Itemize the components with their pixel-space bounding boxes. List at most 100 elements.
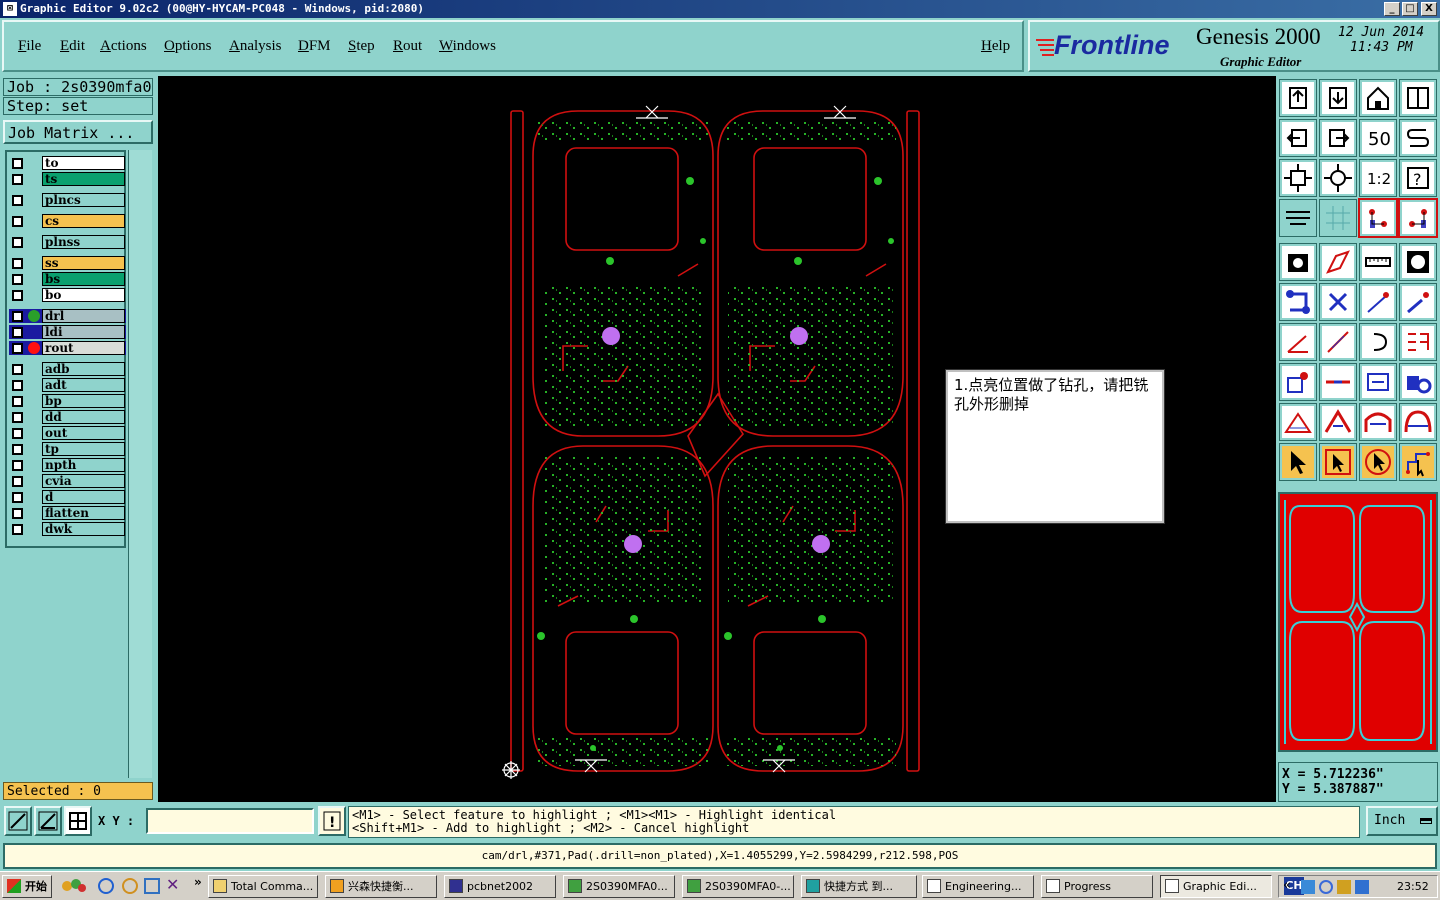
minimize-button[interactable]: _ (1384, 2, 1400, 16)
task-xingsen[interactable]: 兴森快捷衡... (325, 875, 437, 898)
layer-row[interactable]: adb (9, 362, 126, 376)
layer-row[interactable]: dd (9, 410, 126, 424)
overview-preview[interactable] (1278, 492, 1438, 752)
layer-row[interactable]: flatten (9, 506, 126, 520)
menu-rout[interactable]: Rout (393, 38, 422, 55)
menu-options[interactable]: Options (164, 38, 212, 55)
task-total-commander[interactable]: Total Comma... (208, 875, 318, 898)
maximize-button[interactable]: □ (1402, 2, 1418, 16)
layer-name[interactable]: ts (42, 172, 125, 186)
layer-name[interactable]: rout (42, 341, 125, 355)
layer-checkbox[interactable] (12, 343, 23, 354)
stretch-button[interactable] (1359, 363, 1397, 401)
diagonal-button[interactable] (1319, 323, 1357, 361)
layer-row[interactable]: rout (9, 341, 126, 355)
task-progress[interactable]: Progress (1041, 875, 1153, 898)
layer-checkbox[interactable] (12, 327, 23, 338)
layer-checkbox[interactable] (12, 274, 23, 285)
start-button[interactable]: 开始 (2, 875, 52, 898)
layer-name[interactable]: cvia (42, 474, 125, 488)
layer-checkbox[interactable] (12, 290, 23, 301)
layer-checkbox[interactable] (12, 460, 23, 471)
arc-button[interactable] (1359, 323, 1397, 361)
pointer-net-button[interactable] (1399, 443, 1437, 481)
tray-chevron-icon[interactable]: « (1283, 878, 1291, 893)
angle-button[interactable] (1279, 323, 1317, 361)
task-engineering[interactable]: Engineering... (922, 875, 1034, 898)
layer-name[interactable]: flatten (42, 506, 125, 520)
mirror-button[interactable]: 50 (1359, 119, 1397, 157)
zoom-fit-button[interactable] (1279, 159, 1317, 197)
layer-name[interactable]: bo (42, 288, 125, 302)
layer-name[interactable]: cs (42, 214, 125, 228)
net-tool-button[interactable] (1358, 198, 1398, 238)
layer-row[interactable]: ldi (9, 325, 126, 339)
pointer-box-button[interactable] (1319, 443, 1357, 481)
split-button[interactable] (1399, 323, 1437, 361)
layer-row[interactable]: bo (9, 288, 126, 302)
layer-checkbox[interactable] (12, 174, 23, 185)
layer-name[interactable]: adt (42, 378, 125, 392)
edit-shape-button[interactable] (1319, 243, 1357, 281)
layer-row[interactable]: d (9, 490, 126, 504)
measure-button[interactable] (1279, 199, 1317, 237)
layer-row[interactable]: cvia (9, 474, 126, 488)
layer-checkbox[interactable] (12, 158, 23, 169)
layer-name[interactable]: npth (42, 458, 125, 472)
close-button[interactable]: X (1421, 2, 1437, 16)
task-job-1[interactable]: 2S0390MFA0... (563, 875, 675, 898)
layer-row[interactable]: out (9, 426, 126, 440)
tray-volume-icon[interactable] (1355, 880, 1369, 894)
task-graphic-editor[interactable]: Graphic Edi... (1160, 875, 1272, 898)
open-step-button[interactable] (1279, 79, 1317, 117)
task-pcbnet[interactable]: pcbnet2002 (444, 875, 556, 898)
menu-edit[interactable]: Edit (60, 38, 85, 55)
layer-name[interactable]: ldi (42, 325, 125, 339)
layer-row[interactable]: dwk (9, 522, 126, 536)
layer-name[interactable]: out (42, 426, 125, 440)
home-button[interactable] (1359, 79, 1397, 117)
pad-button[interactable] (1399, 243, 1437, 281)
layer-row[interactable]: plncs (9, 193, 126, 207)
line-tool-2-button[interactable] (1399, 283, 1437, 321)
layer-row[interactable]: bp (9, 394, 126, 408)
snap-button[interactable] (1279, 363, 1317, 401)
line-tool-button[interactable] (1359, 283, 1397, 321)
layer-checkbox[interactable] (12, 412, 23, 423)
layer-checkbox[interactable] (12, 258, 23, 269)
connect-button[interactable] (1279, 283, 1317, 321)
menu-help[interactable]: Help (981, 38, 1010, 55)
layer-checkbox[interactable] (12, 444, 23, 455)
snake-button[interactable] (1399, 119, 1437, 157)
ie-icon[interactable] (98, 878, 114, 894)
layer-name[interactable]: drl (42, 309, 125, 323)
shapes-button[interactable] (1399, 363, 1437, 401)
layer-scrollbar[interactable] (128, 150, 152, 778)
layer-row[interactable]: cs (9, 214, 126, 228)
snap-mode-1-button[interactable] (4, 806, 32, 836)
layer-name[interactable]: to (42, 156, 125, 170)
job-matrix-button[interactable]: Job Matrix ... (3, 120, 153, 144)
layer-checkbox[interactable] (12, 311, 23, 322)
window-layout-button[interactable] (1399, 79, 1437, 117)
zoom-home-button[interactable] (1319, 159, 1357, 197)
task-shortcut[interactable]: 快捷方式 到... (801, 875, 917, 898)
grid-button[interactable] (1319, 199, 1357, 237)
browser-icon[interactable] (144, 878, 160, 894)
layer-name[interactable]: tp (42, 442, 125, 456)
alert-button[interactable]: ! (318, 806, 346, 836)
zoom-ratio-button[interactable]: 1:2 (1359, 159, 1397, 197)
layer-row[interactable]: ss (9, 256, 126, 270)
layer-name[interactable]: plncs (42, 193, 125, 207)
snap-mode-2-button[interactable] (34, 806, 62, 836)
help-query-button[interactable]: ? (1399, 159, 1437, 197)
menu-actions[interactable]: Actions (100, 38, 147, 55)
triangle-1-button[interactable] (1279, 403, 1317, 441)
select-feature-button[interactable] (1279, 243, 1317, 281)
layer-row[interactable]: ts (9, 172, 126, 186)
layer-checkbox[interactable] (12, 524, 23, 535)
layer-checkbox[interactable] (12, 476, 23, 487)
layer-row[interactable]: bs (9, 272, 126, 286)
tray-app-icon[interactable] (1319, 880, 1333, 894)
layer-checkbox[interactable] (12, 428, 23, 439)
